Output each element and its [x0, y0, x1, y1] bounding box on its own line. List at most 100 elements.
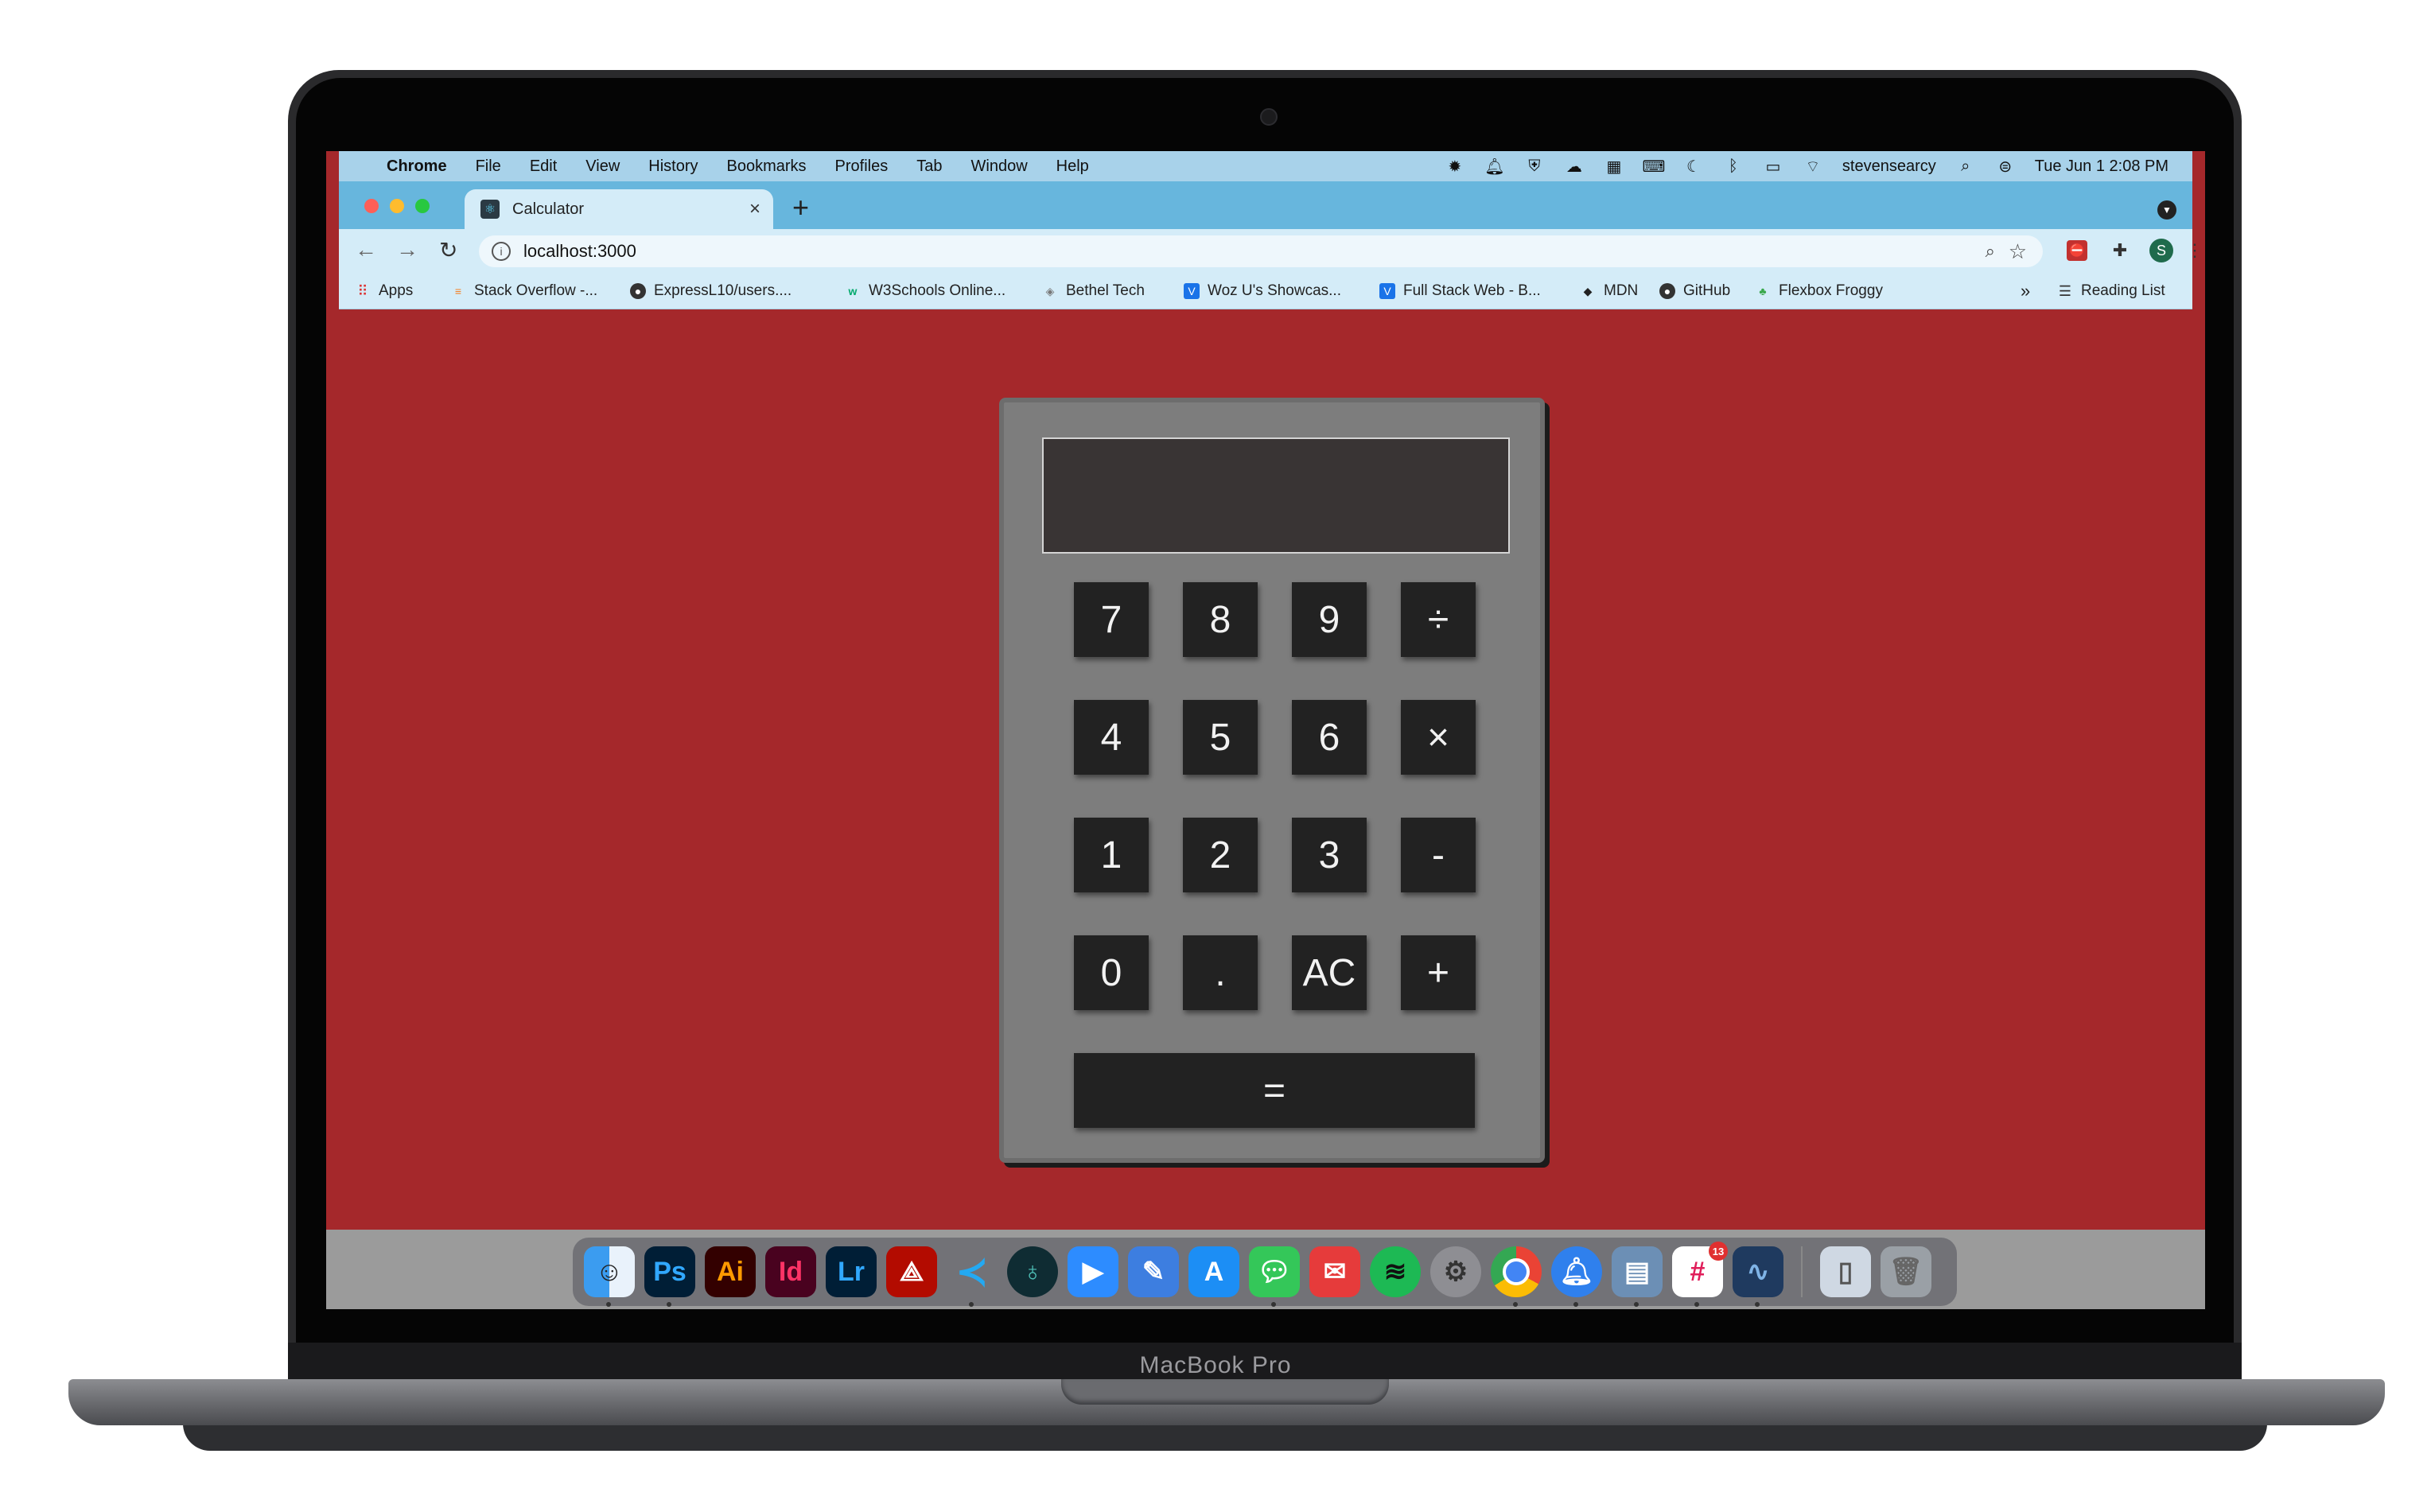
- window-minimize-button[interactable]: [390, 199, 404, 213]
- extensions-puzzle-icon[interactable]: ✚: [2108, 239, 2132, 262]
- menu-bar-clock[interactable]: Tue Jun 1 2:08 PM: [2035, 157, 2168, 176]
- bookmark-wozu-showcase[interactable]: V Woz U's Showcas...: [1184, 274, 1341, 309]
- menu-bar: Chrome File Edit View History Bookmarks …: [339, 151, 2192, 181]
- running-dot: [1694, 1302, 1699, 1307]
- menu-item-file[interactable]: File: [476, 157, 501, 176]
- window-close-button[interactable]: [364, 199, 379, 213]
- key-3[interactable]: 3: [1292, 818, 1367, 892]
- site-info-icon[interactable]: i: [492, 242, 511, 261]
- menu-item-edit[interactable]: Edit: [530, 157, 557, 176]
- bookmark-bethel-tech[interactable]: ◈ Bethel Tech: [1042, 274, 1145, 309]
- illustrator-icon[interactable]: Ai: [705, 1246, 756, 1297]
- indesign-icon[interactable]: Id: [765, 1246, 816, 1297]
- notification-app-bell-icon[interactable]: 🔔︎: [1551, 1246, 1602, 1307]
- chrome-menu-kebab-icon[interactable]: ⋮: [2183, 239, 2205, 262]
- preview-icon[interactable]: ▤: [1612, 1246, 1663, 1307]
- chrome-icon[interactable]: [1491, 1246, 1542, 1307]
- menu-item-bookmarks[interactable]: Bookmarks: [727, 157, 807, 176]
- battery-icon[interactable]: ▭: [1763, 156, 1783, 177]
- menu-item-window[interactable]: Window: [971, 157, 1028, 176]
- bookmark-github[interactable]: ● GitHub: [1659, 274, 1730, 309]
- new-tab-plus-icon[interactable]: +: [792, 191, 809, 224]
- brightness-icon[interactable]: ✹: [1445, 156, 1465, 177]
- reload-icon[interactable]: ↻: [439, 237, 457, 263]
- menu-bar-username[interactable]: stevensearcy: [1842, 157, 1936, 176]
- shield-icon[interactable]: ⛨: [1524, 156, 1545, 177]
- vscode-icon[interactable]: ≺: [947, 1246, 998, 1307]
- mail-icon[interactable]: ✉: [1309, 1246, 1360, 1297]
- key-multiply[interactable]: ×: [1401, 700, 1476, 775]
- menu-item-help[interactable]: Help: [1056, 157, 1089, 176]
- gitkraken-icon[interactable]: ♁: [1007, 1246, 1058, 1297]
- key-divide[interactable]: ÷: [1401, 582, 1476, 657]
- finder-icon[interactable]: ☺: [584, 1246, 635, 1307]
- menu-bar-status-area: ✹ 🔔︎ ⛨ ☁ ▦ ⌨ ☾ ᛒ ▭ ⌔ stevensearcy ⌕ ⊜ Tu…: [1445, 151, 2168, 181]
- address-bar[interactable]: i ⌕ ☆: [479, 235, 2043, 267]
- mysql-workbench-dolphin-icon[interactable]: ∿: [1733, 1246, 1783, 1307]
- reading-list-button[interactable]: ☰ Reading List: [2057, 274, 2165, 309]
- key-clear[interactable]: AC: [1292, 935, 1367, 1010]
- acrobat-icon[interactable]: ⟁: [886, 1246, 937, 1297]
- key-subtract[interactable]: -: [1401, 818, 1476, 892]
- key-2[interactable]: 2: [1183, 818, 1258, 892]
- wifi-icon[interactable]: ⌔: [1803, 156, 1823, 177]
- zoom-magnifier-icon[interactable]: ⌕: [1986, 241, 1995, 262]
- spotify-icon[interactable]: ≋: [1370, 1246, 1421, 1297]
- key-7[interactable]: 7: [1074, 582, 1149, 657]
- app-store-icon[interactable]: A: [1188, 1246, 1239, 1297]
- bookmarks-overflow-button[interactable]: »: [2021, 274, 2030, 309]
- creative-cloud-icon[interactable]: ☁: [1564, 156, 1585, 177]
- keyboard-icon[interactable]: ⌨: [1642, 156, 1665, 177]
- lightroom-icon[interactable]: Lr: [826, 1246, 877, 1297]
- photoshop-icon[interactable]: Ps: [644, 1246, 695, 1307]
- extension-adblock-icon[interactable]: ⛔: [2067, 240, 2087, 261]
- key-4[interactable]: 4: [1074, 700, 1149, 775]
- system-preferences-gear-icon[interactable]: ⚙: [1430, 1246, 1481, 1297]
- bookmark-apps[interactable]: ⠿ Apps: [355, 274, 413, 309]
- menu-item-tab[interactable]: Tab: [916, 157, 942, 176]
- zoom-icon[interactable]: ▶: [1068, 1246, 1118, 1297]
- tab-search-chevron-icon[interactable]: ▼: [2157, 200, 2176, 220]
- bookmark-flexbox-froggy[interactable]: ♣ Flexbox Froggy: [1755, 274, 1883, 309]
- do-not-disturb-moon-icon[interactable]: ☾: [1683, 156, 1704, 177]
- xcode-instruments-icon[interactable]: ✎: [1128, 1246, 1179, 1297]
- bookmark-stack-overflow[interactable]: ≡ Stack Overflow -...: [450, 274, 597, 309]
- browser-tab-calculator[interactable]: ⚛ Calculator ×: [465, 189, 773, 229]
- url-input[interactable]: [522, 240, 1877, 262]
- key-1[interactable]: 1: [1074, 818, 1149, 892]
- profile-avatar[interactable]: S: [2149, 239, 2173, 262]
- github-icon: ●: [1659, 283, 1675, 299]
- key-0[interactable]: 0: [1074, 935, 1149, 1010]
- downloads-stack-icon[interactable]: ▯: [1820, 1246, 1871, 1297]
- menu-item-history[interactable]: History: [648, 157, 698, 176]
- bookmark-expressl10[interactable]: ● ExpressL10/users....: [630, 274, 792, 309]
- key-9[interactable]: 9: [1292, 582, 1367, 657]
- bookmark-star-icon[interactable]: ☆: [2009, 239, 2027, 264]
- menu-item-view[interactable]: View: [585, 157, 620, 176]
- window-zoom-button[interactable]: [415, 199, 430, 213]
- window-layout-icon[interactable]: ▦: [1604, 156, 1624, 177]
- bookmark-w3schools[interactable]: w W3Schools Online...: [845, 274, 1006, 309]
- spotlight-search-icon[interactable]: ⌕: [1955, 156, 1976, 177]
- tab-close-icon[interactable]: ×: [749, 198, 760, 220]
- forward-arrow-icon[interactable]: →: [396, 237, 418, 262]
- menu-app-name[interactable]: Chrome: [387, 157, 447, 176]
- key-8[interactable]: 8: [1183, 582, 1258, 657]
- notification-bell-icon[interactable]: 🔔︎: [1484, 156, 1505, 177]
- key-equals[interactable]: =: [1074, 1053, 1475, 1128]
- screen: Chrome File Edit View History Bookmarks …: [326, 151, 2205, 1309]
- bluetooth-icon[interactable]: ᛒ: [1723, 156, 1744, 177]
- key-decimal[interactable]: .: [1183, 935, 1258, 1010]
- back-arrow-icon[interactable]: ←: [355, 237, 377, 262]
- bookmark-full-stack-web[interactable]: V Full Stack Web - B...: [1379, 274, 1541, 309]
- key-5[interactable]: 5: [1183, 700, 1258, 775]
- trash-icon[interactable]: 🗑︎: [1881, 1246, 1931, 1297]
- bookmark-mdn[interactable]: ◆ MDN: [1580, 274, 1639, 309]
- control-center-icon[interactable]: ⊜: [1995, 156, 2016, 177]
- key-add[interactable]: +: [1401, 935, 1476, 1010]
- menu-item-profiles[interactable]: Profiles: [835, 157, 889, 176]
- messages-icon[interactable]: 💬︎: [1249, 1246, 1300, 1307]
- laptop-notch: [1061, 1379, 1389, 1405]
- slack-icon[interactable]: #13: [1672, 1242, 1728, 1307]
- key-6[interactable]: 6: [1292, 700, 1367, 775]
